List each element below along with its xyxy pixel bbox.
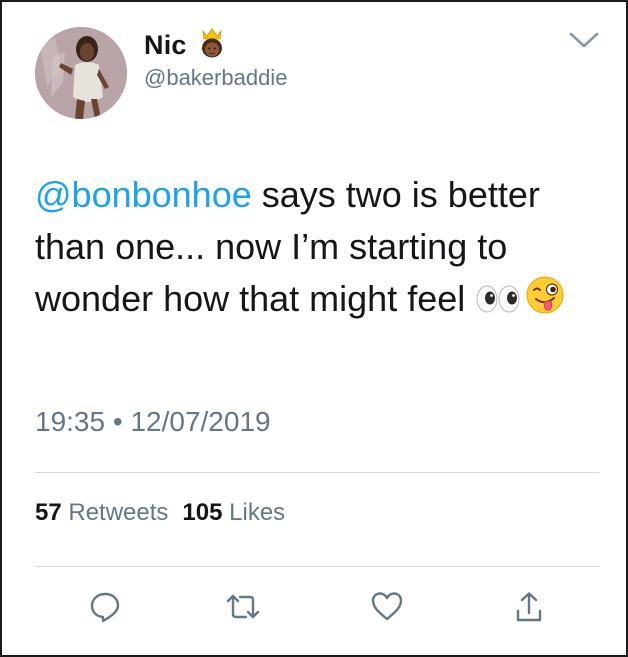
winking-face-with-tongue-emoji	[525, 275, 565, 329]
tweet-stats: 57 Retweets 105 Likes	[35, 499, 299, 527]
tweet-actions	[2, 590, 628, 630]
retweets-stat[interactable]: 57 Retweets	[35, 499, 168, 527]
crown-person-emoji	[199, 28, 225, 63]
likes-stat[interactable]: 105 Likes	[182, 499, 285, 527]
avatar[interactable]	[35, 27, 127, 119]
reply-icon[interactable]	[88, 590, 122, 629]
user-handle[interactable]: @bakerbaddie	[144, 65, 287, 91]
tweet-card: Nic @bakerbaddie @bonbonhoe says two is …	[0, 0, 628, 657]
tweet-time: 19:35	[35, 406, 106, 437]
tweet-text: @bonbonhoe says two is better than one..…	[35, 169, 595, 329]
share-icon[interactable]	[514, 590, 544, 629]
author-name-row: Nic	[144, 28, 225, 63]
chevron-down-icon[interactable]	[568, 30, 600, 55]
timestamp-separator: •	[112, 406, 123, 437]
divider	[35, 472, 599, 473]
profile-photo-image	[35, 27, 127, 119]
eyes-emoji	[475, 277, 521, 329]
tweet-date: 12/07/2019	[130, 406, 271, 437]
display-name[interactable]: Nic	[144, 30, 187, 61]
likes-label: Likes	[229, 499, 286, 526]
like-icon[interactable]	[370, 590, 404, 627]
likes-count: 105	[182, 499, 223, 526]
divider	[35, 566, 599, 567]
mention-link[interactable]: @bonbonhoe	[35, 174, 252, 215]
retweet-icon[interactable]	[224, 590, 262, 629]
retweets-label: Retweets	[68, 499, 169, 526]
retweets-count: 57	[35, 499, 62, 526]
tweet-timestamp[interactable]: 19:35 • 12/07/2019	[35, 406, 271, 438]
